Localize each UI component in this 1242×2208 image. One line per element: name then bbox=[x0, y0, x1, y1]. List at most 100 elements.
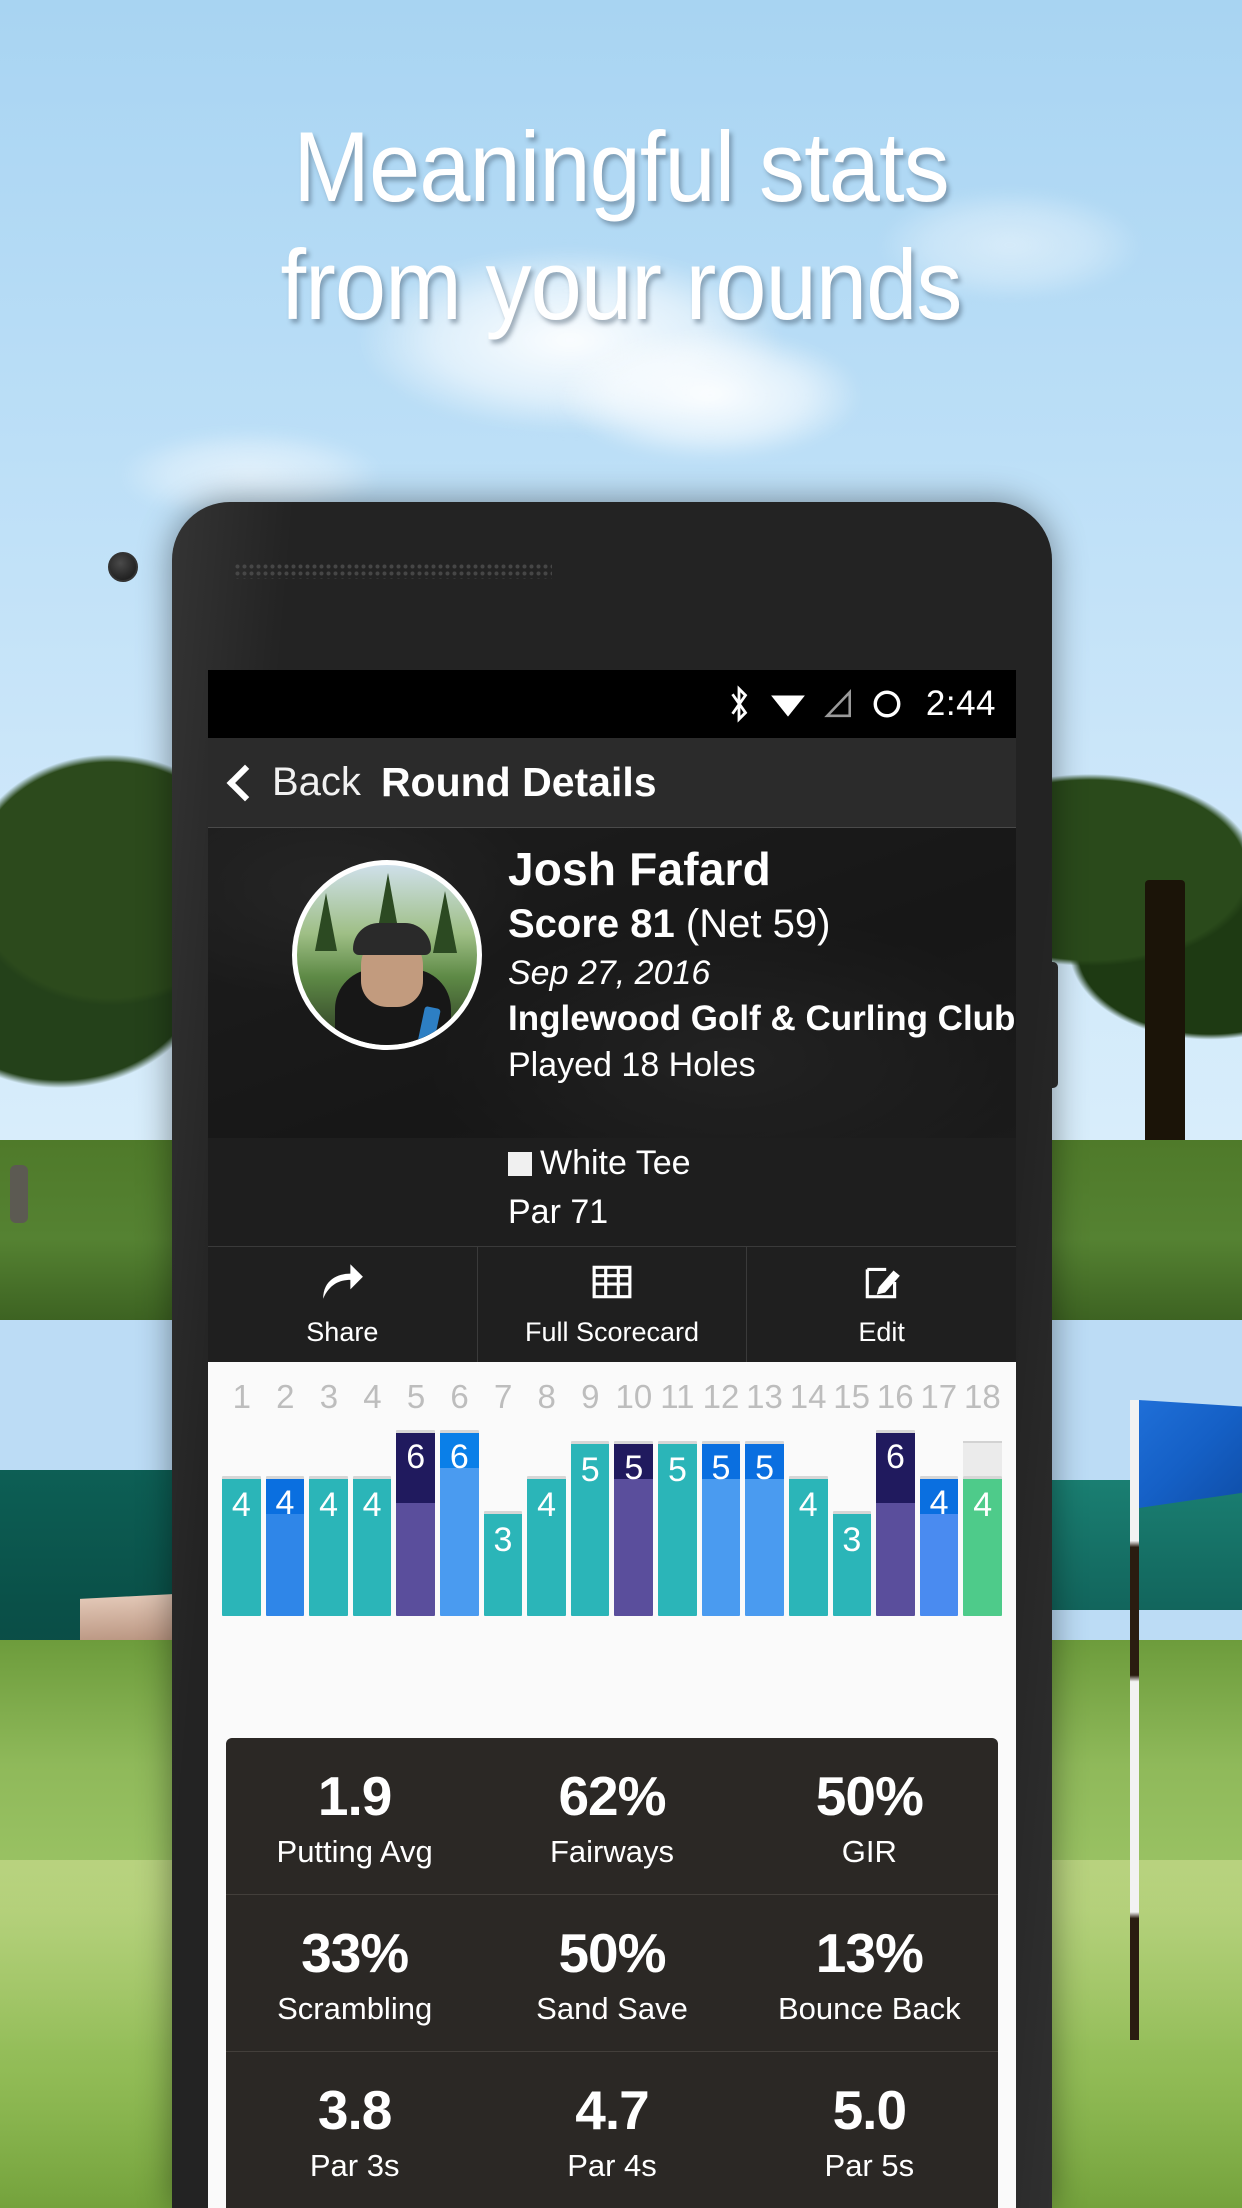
stat-cell[interactable]: 3.8 Par 3s bbox=[226, 2052, 483, 2208]
stat-cell[interactable]: 5.0 Par 5s bbox=[741, 2052, 998, 2208]
score-value: Score 81 bbox=[508, 902, 675, 946]
hole-number: 15 bbox=[833, 1378, 871, 1415]
score-bar: 3 bbox=[832, 1511, 872, 1616]
share-label: Share bbox=[306, 1317, 379, 1347]
stat-cell[interactable]: 62% Fairways bbox=[483, 1738, 740, 1894]
hole-number: 1 bbox=[232, 1378, 251, 1415]
score-bar: 5 bbox=[745, 1441, 784, 1616]
par-label: Par 71 bbox=[508, 1193, 609, 1231]
table-row[interactable]: 6 bbox=[396, 1430, 436, 1616]
stat-value: 33% bbox=[301, 1922, 409, 1984]
hole-number: 2 bbox=[276, 1378, 295, 1415]
table-row[interactable]: 4 bbox=[527, 1430, 566, 1616]
table-row[interactable]: 6 bbox=[440, 1430, 479, 1616]
tee-color-swatch bbox=[508, 1151, 532, 1176]
player-name: Josh Fafard bbox=[508, 843, 771, 895]
table-row[interactable]: 5 bbox=[745, 1430, 784, 1616]
table-row[interactable]: 5 bbox=[701, 1430, 741, 1616]
cloud bbox=[560, 330, 860, 460]
stat-label: Putting Avg bbox=[276, 1834, 433, 1869]
score-value-label: 6 bbox=[406, 1438, 426, 1476]
score-bar: 4 bbox=[222, 1476, 261, 1616]
cell-signal-icon bbox=[824, 689, 854, 719]
battery-circle-icon bbox=[871, 688, 903, 720]
stat-label: Par 4s bbox=[567, 2148, 657, 2183]
wifi-icon bbox=[769, 689, 807, 719]
table-row[interactable]: 4 bbox=[265, 1430, 305, 1616]
edit-button[interactable]: Edit bbox=[747, 1247, 1016, 1362]
stats-row: 1.9 Putting Avg 62% Fairways 50% GIR bbox=[226, 1738, 998, 1895]
table-row[interactable]: 3 bbox=[483, 1430, 523, 1616]
promo-headline: Meaningful stats from your rounds bbox=[0, 108, 1242, 344]
phone-screen: 2:44 Back Round Details Josh Fafard Scor… bbox=[208, 670, 1016, 2208]
score-bar: 6 bbox=[396, 1430, 436, 1616]
hole-number: 18 bbox=[963, 1378, 1001, 1415]
hole-number: 9 bbox=[581, 1378, 600, 1415]
avatar[interactable] bbox=[292, 860, 482, 1050]
score-value-label: 5 bbox=[755, 1449, 775, 1487]
share-button[interactable]: Share bbox=[208, 1247, 478, 1362]
score-value-label: 4 bbox=[275, 1484, 295, 1522]
stat-value: 50% bbox=[558, 1922, 666, 1984]
score-line: Score 81 (Net 59) bbox=[508, 902, 1015, 947]
stat-cell[interactable]: 33% Scrambling bbox=[226, 1895, 483, 2051]
table-row[interactable]: 5 bbox=[614, 1430, 654, 1616]
score-value-label: 3 bbox=[493, 1521, 513, 1559]
full-scorecard-label: Full Scorecard bbox=[524, 1317, 700, 1347]
score-bar: 4 bbox=[527, 1476, 566, 1616]
table-row[interactable]: 4 bbox=[309, 1430, 348, 1616]
table-row[interactable]: 4 bbox=[788, 1430, 828, 1616]
golfer-figure bbox=[10, 1165, 28, 1223]
hole-score-chart: 1 2 3 4 5 6 7 8 9 10 11 12 13 14 15 16 17 18 444466345555… bbox=[208, 1362, 1016, 1616]
score-value-label: 4 bbox=[231, 1486, 251, 1524]
stats-panel: 1.9 Putting Avg 62% Fairways 50% GIR 33% Scramb… bbox=[226, 1738, 998, 2208]
stat-label: Bounce Back bbox=[777, 1991, 961, 2026]
table-row[interactable]: 4 bbox=[222, 1430, 261, 1616]
stat-label: Fairways bbox=[549, 1834, 674, 1869]
round-date: Sep 27, 2016 bbox=[508, 954, 711, 992]
page-title: Round Details bbox=[380, 759, 657, 805]
table-row[interactable]: 6 bbox=[876, 1430, 915, 1616]
table-row[interactable]: 4 bbox=[919, 1430, 959, 1616]
score-bar: 4 bbox=[919, 1476, 959, 1616]
table-row[interactable]: 4 bbox=[963, 1430, 1002, 1616]
par-ghost-bar bbox=[963, 1441, 1002, 1476]
stat-label: Par 5s bbox=[824, 2148, 915, 2183]
score-bar: 6 bbox=[876, 1430, 915, 1616]
stat-value: 3.8 bbox=[317, 2079, 392, 2141]
score-value-label: 5 bbox=[580, 1451, 600, 1489]
stat-label: Sand Save bbox=[536, 1991, 688, 2026]
table-row[interactable]: 5 bbox=[570, 1430, 610, 1616]
score-bar: 5 bbox=[701, 1441, 741, 1616]
full-scorecard-button[interactable]: Full Scorecard bbox=[478, 1247, 748, 1362]
stat-cell[interactable]: 50% GIR bbox=[741, 1738, 998, 1894]
stat-cell[interactable]: 13% Bounce Back bbox=[741, 1895, 998, 2051]
score-value-label: 4 bbox=[537, 1486, 557, 1524]
chevron-left-icon[interactable] bbox=[226, 764, 264, 801]
score-value-label: 6 bbox=[449, 1438, 469, 1476]
back-button[interactable]: Back bbox=[272, 760, 361, 805]
score-bar: 4 bbox=[788, 1476, 828, 1616]
hole-number: 16 bbox=[876, 1378, 914, 1415]
stat-label: GIR bbox=[841, 1834, 897, 1869]
hole-number: 11 bbox=[660, 1378, 695, 1415]
round-summary: Josh Fafard Score 81 (Net 59) Sep 27, 20… bbox=[508, 842, 1015, 1085]
table-row[interactable]: 3 bbox=[832, 1430, 872, 1616]
stat-value: 4.7 bbox=[575, 2079, 649, 2141]
stat-cell[interactable]: 1.9 Putting Avg bbox=[226, 1738, 483, 1894]
stat-cell[interactable]: 50% Sand Save bbox=[483, 1895, 740, 2051]
round-hero: Josh Fafard Score 81 (Net 59) Sep 27, 20… bbox=[208, 828, 1016, 1138]
table-row[interactable]: 4 bbox=[352, 1430, 392, 1616]
stats-row: 3.8 Par 3s 4.7 Par 4s 5.0 Par 5s bbox=[226, 2052, 998, 2208]
score-value-label: 6 bbox=[885, 1438, 905, 1476]
stat-value: 5.0 bbox=[832, 2079, 907, 2141]
stat-value: 13% bbox=[815, 1922, 924, 1984]
stat-cell[interactable]: 4.7 Par 4s bbox=[483, 2052, 740, 2208]
hole-number: 6 bbox=[450, 1378, 469, 1415]
tee-label: White Tee bbox=[540, 1144, 691, 1182]
bluetooth-icon bbox=[726, 685, 752, 723]
status-bar: 2:44 bbox=[208, 670, 1016, 738]
hole-number: 3 bbox=[319, 1378, 339, 1415]
grid-icon bbox=[591, 1261, 633, 1308]
table-row[interactable]: 5 bbox=[658, 1430, 697, 1616]
